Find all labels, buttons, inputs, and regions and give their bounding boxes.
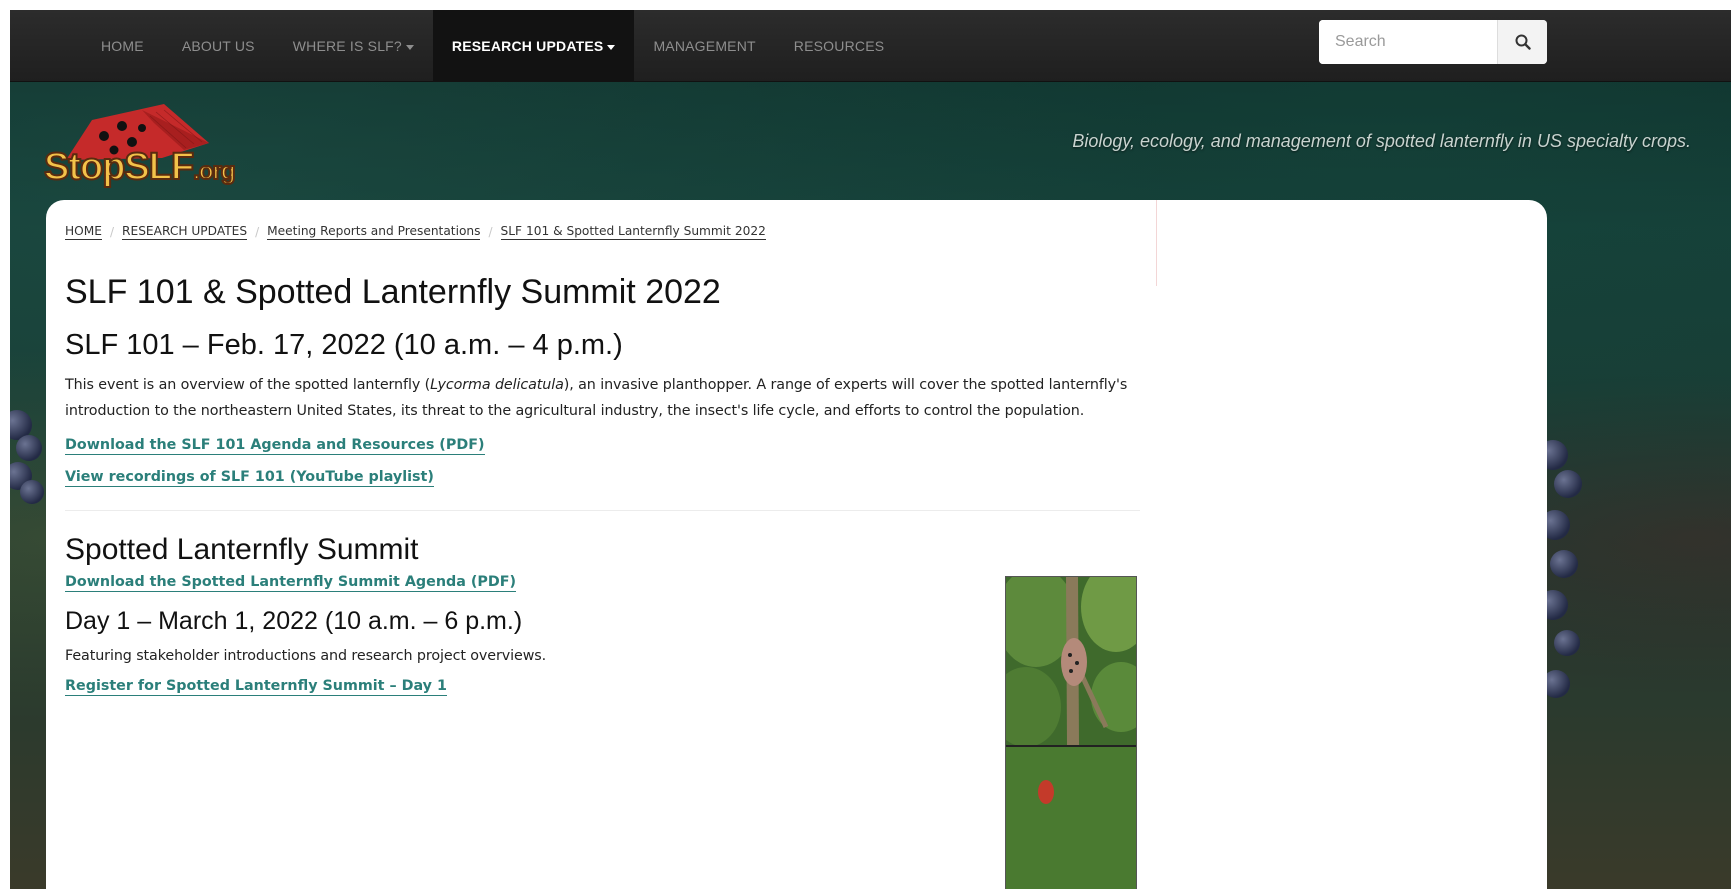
- breadcrumb-current[interactable]: SLF 101 & Spotted Lanternfly Summit 2022: [500, 224, 766, 240]
- nav-item-management[interactable]: MANAGEMENT: [634, 10, 774, 82]
- nav-menu: HOME ABOUT US WHERE IS SLF? RESEARCH UPD…: [82, 10, 903, 82]
- logo-suffix: .org: [192, 157, 236, 186]
- breadcrumb-separator: /: [109, 225, 115, 239]
- section-divider: [65, 510, 1140, 511]
- caret-down-icon: [405, 44, 414, 50]
- search-input[interactable]: [1319, 20, 1497, 64]
- breadcrumb: HOME / RESEARCH UPDATES / Meeting Report…: [65, 224, 766, 240]
- slf101-agenda-link[interactable]: Download the SLF 101 Agenda and Resource…: [65, 437, 485, 455]
- nav-item-about-us[interactable]: ABOUT US: [163, 10, 274, 82]
- content-card: HOME / RESEARCH UPDATES / Meeting Report…: [46, 200, 1547, 889]
- day1-register-link[interactable]: Register for Spotted Lanternfly Summit –…: [65, 678, 447, 696]
- caret-down-icon: [607, 44, 616, 50]
- breadcrumb-separator: /: [488, 225, 493, 239]
- main-content: SLF 101 & Spotted Lanternfly Summit 2022…: [65, 270, 1140, 696]
- logo-text: StopSLF: [43, 145, 195, 189]
- summit-heading: Spotted Lanternfly Summit: [65, 533, 419, 566]
- search-icon: [1515, 34, 1531, 50]
- slf101-heading: SLF 101 – Feb. 17, 2022 (10 a.m. – 4 p.m…: [65, 329, 623, 361]
- breadcrumb-home[interactable]: HOME: [65, 224, 102, 240]
- lanternfly-photo: [1005, 576, 1137, 889]
- nav-item-research-updates[interactable]: RESEARCH UPDATES: [432, 10, 635, 82]
- day1-description: Featuring stakeholder introductions and …: [65, 648, 547, 664]
- nav-item-resources[interactable]: RESOURCES: [775, 10, 903, 82]
- search-form: [1319, 20, 1547, 64]
- nav-item-home[interactable]: HOME: [82, 10, 163, 82]
- summit-agenda-link[interactable]: Download the Spotted Lanternfly Summit A…: [65, 574, 517, 592]
- site-logo[interactable]: StopSLF.org: [43, 98, 244, 189]
- day1-heading: Day 1 – March 1, 2022 (10 a.m. – 6 p.m.): [65, 607, 523, 635]
- search-button[interactable]: [1497, 20, 1547, 64]
- breadcrumb-separator: /: [255, 225, 260, 239]
- breadcrumb-meeting-reports[interactable]: Meeting Reports and Presentations: [267, 224, 481, 240]
- slf101-description: This event is an overview of the spotted…: [65, 377, 1128, 419]
- page-title: SLF 101 & Spotted Lanternfly Summit 2022: [65, 273, 721, 311]
- top-navbar: HOME ABOUT US WHERE IS SLF? RESEARCH UPD…: [10, 10, 1731, 82]
- nav-item-where-is-slf[interactable]: WHERE IS SLF?: [274, 10, 433, 82]
- page-background: HOME ABOUT US WHERE IS SLF? RESEARCH UPD…: [10, 10, 1731, 889]
- column-divider: [1156, 200, 1157, 286]
- breadcrumb-research-updates[interactable]: RESEARCH UPDATES: [122, 224, 248, 240]
- site-tagline: Biology, ecology, and management of spot…: [1072, 131, 1691, 151]
- slf101-recordings-link[interactable]: View recordings of SLF 101 (YouTube play…: [65, 469, 434, 487]
